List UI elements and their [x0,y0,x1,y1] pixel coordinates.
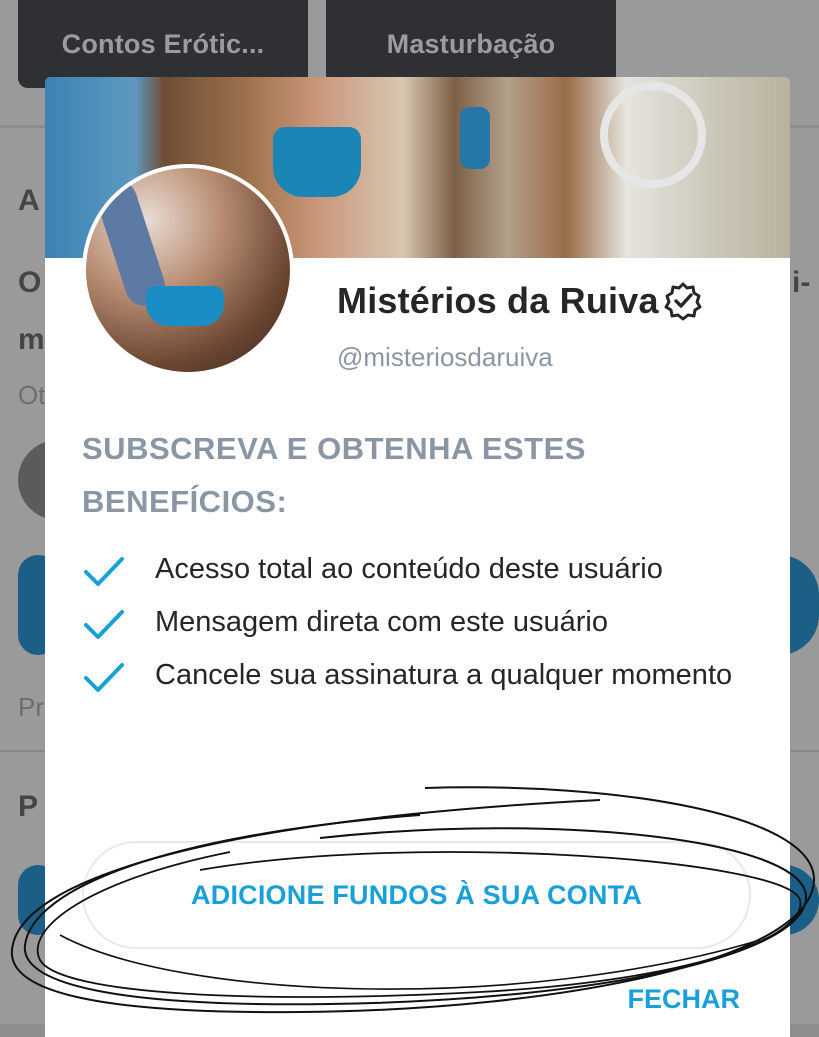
background-text-fragment: P [18,790,39,823]
add-funds-button[interactable]: ADICIONE FUNDOS À SUA CONTA [82,841,751,949]
avatar-image [86,168,290,372]
profile-name-row: Mistérios da Ruiva [337,280,703,322]
benefits-heading: SUBSCREVA E OBTENHA ESTES BENEFÍCIOS: [82,431,586,519]
background-text-fragment: m [18,323,45,356]
benefit-item: Mensagem direta com este usuário [82,600,742,645]
background-text-fragment: A [18,184,40,217]
background-text-fragment: i- [792,266,811,299]
background-text-fragment: Ot [18,380,46,410]
check-icon [84,610,124,639]
close-button[interactable]: FECHAR [628,984,741,1015]
category-chip-masturbacao[interactable]: Masturbação [326,0,616,88]
cover-photo-detail [273,127,361,197]
benefit-text: Acesso total ao conteúdo deste usuário [155,553,663,585]
cover-photo-detail [460,107,490,169]
benefits-list: Acesso total ao conteúdo deste usuário M… [82,547,742,706]
benefit-item: Cancele sua assinatura a qualquer moment… [82,653,742,698]
category-chip-contos[interactable]: Contos Erótic... [18,0,308,88]
background-text-fragment: O [18,266,42,299]
benefit-text: Mensagem direta com este usuário [155,606,608,638]
profile-avatar[interactable] [82,164,294,376]
benefit-text: Cancele sua assinatura a qualquer moment… [155,659,733,691]
profile-handle[interactable]: @misteriosdaruiva [337,342,553,373]
cover-photo-detail [600,82,706,188]
subscribe-modal: Mistérios da Ruiva @misteriosdaruiva SUB… [45,77,790,1037]
profile-display-name[interactable]: Mistérios da Ruiva [337,280,659,322]
verified-badge-icon [664,282,702,321]
check-icon [84,663,124,692]
avatar-image-detail [146,286,224,326]
benefit-item: Acesso total ao conteúdo deste usuário [82,547,742,592]
background-text-fragment: Pr [18,692,44,722]
check-icon [84,557,124,586]
